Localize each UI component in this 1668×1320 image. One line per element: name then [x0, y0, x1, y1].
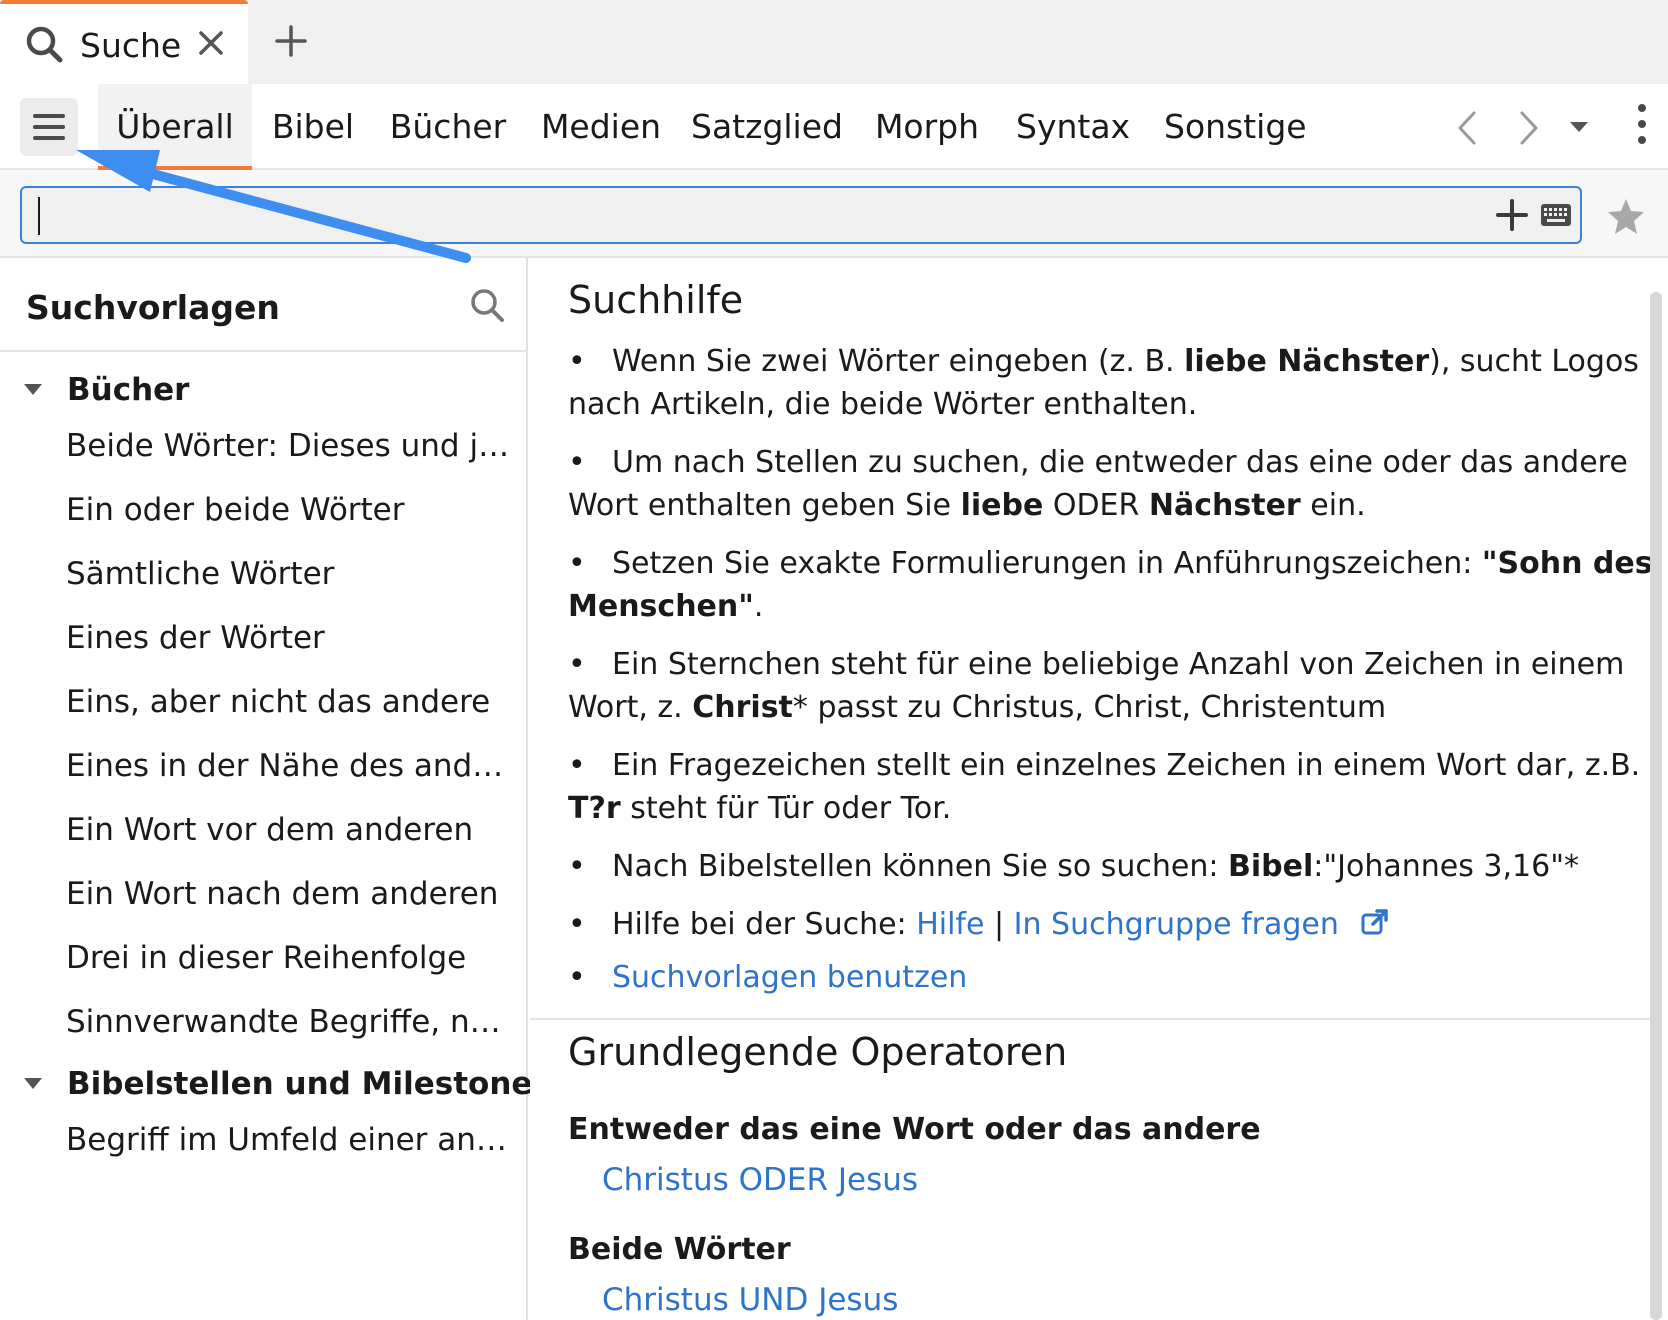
help-bullet: • Nach Bibelstellen können Sie so suchen… [568, 849, 1580, 884]
help-bullet: • Ein Sternchen steht für eine beliebige… [568, 647, 1625, 725]
tab-label: Suche [80, 26, 182, 65]
search-group-link[interactable]: In Suchgruppe fragen [1014, 907, 1339, 942]
scrollbar[interactable] [1650, 292, 1662, 1320]
tab-satzglied[interactable]: Satzglied [690, 84, 844, 170]
help-link[interactable]: Hilfe [916, 907, 984, 942]
tab-syntax[interactable]: Syntax [1016, 84, 1130, 170]
operator-heading: Entweder das eine Wort oder das andere [568, 1112, 1261, 1147]
tab-bar: Suche [0, 0, 1668, 88]
add-plus-icon[interactable] [1495, 198, 1529, 232]
search-icon [26, 26, 63, 63]
template-item[interactable]: Eines der Wörter [66, 620, 514, 656]
expand-triangle-icon[interactable] [24, 384, 42, 395]
help-title: Suchhilfe [568, 278, 744, 322]
hamburger-menu-button[interactable] [20, 98, 78, 156]
search-help-content: Suchhilfe • Wenn Sie zwei Wörter eingebe… [530, 258, 1653, 1320]
tab-sonstige[interactable]: Sonstige [1164, 84, 1307, 170]
template-item[interactable]: Drei in dieser Reihenfolge [66, 940, 514, 976]
tab-buecher[interactable]: Bücher [386, 84, 510, 170]
template-item[interactable]: Ein oder beide Wörter [66, 492, 514, 528]
template-item[interactable]: Sämtliche Wörter [66, 556, 514, 592]
help-bullet: • Um nach Stellen zu suchen, die entwede… [568, 445, 1628, 523]
search-input[interactable] [20, 186, 1582, 244]
template-item[interactable]: Eines in der Nähe des anderen [66, 748, 514, 784]
section-divider [530, 1018, 1650, 1020]
keyboard-icon[interactable] [1540, 202, 1572, 228]
template-item[interactable]: Ein Wort vor dem anderen [66, 812, 514, 848]
operator-example-link[interactable]: Christus ODER Jesus [602, 1162, 918, 1198]
search-type-toolbar: Überall Bibel Bücher Medien Satzglied Mo… [0, 84, 1668, 170]
caret-down-icon[interactable] [1568, 120, 1590, 134]
new-tab-plus-icon[interactable] [274, 24, 308, 58]
template-item[interactable]: Beide Wörter: Dieses und jenes [66, 428, 514, 464]
tab-medien[interactable]: Medien [536, 84, 666, 170]
operator-example-link[interactable]: Christus UND Jesus [602, 1282, 898, 1318]
template-item[interactable]: Sinnverwandte Begriffe, nahe… [66, 1004, 514, 1040]
tab-bibel[interactable]: Bibel [264, 84, 362, 170]
close-icon[interactable] [196, 28, 226, 58]
use-templates-link[interactable]: Suchvorlagen benutzen [612, 960, 967, 995]
search-row [0, 170, 1668, 258]
chevron-left-icon[interactable] [1452, 110, 1482, 146]
menu-icon-bar [33, 125, 65, 129]
text-caret [38, 197, 40, 235]
external-link-icon[interactable] [1360, 907, 1390, 937]
help-bullet: • Suchvorlagen benutzen [568, 960, 968, 995]
menu-icon-bar [33, 136, 65, 140]
star-favorite-icon[interactable] [1606, 196, 1646, 236]
more-options-icon[interactable] [1634, 104, 1650, 150]
chevron-right-icon[interactable] [1514, 110, 1544, 146]
operators-title: Grundlegende Operatoren [568, 1030, 1068, 1074]
tab-suche[interactable]: Suche [0, 0, 248, 88]
template-item[interactable]: Eins, aber nicht das andere [66, 684, 514, 720]
search-icon[interactable] [468, 286, 506, 324]
operator-heading: Beide Wörter [568, 1232, 791, 1267]
divider [0, 350, 528, 352]
expand-triangle-icon[interactable] [24, 1078, 42, 1089]
tab-ueberall[interactable]: Überall [98, 84, 252, 170]
help-bullet: • Hilfe bei der Suche: Hilfe | In Suchgr… [568, 903, 1658, 946]
menu-icon-bar [33, 114, 65, 118]
search-templates-panel: Suchvorlagen Bücher Beide Wörter: Dieses… [0, 258, 551, 1320]
help-bullet: • Wenn Sie zwei Wörter eingeben (z. B. l… [568, 344, 1639, 422]
template-item[interactable]: Begriff im Umfeld einer angef… [66, 1122, 514, 1158]
template-item[interactable]: Ein Wort nach dem anderen [66, 876, 514, 912]
panel-title: Suchvorlagen [26, 288, 280, 327]
help-bullet: • Ein Fragezeichen stellt ein einzelnes … [568, 748, 1641, 826]
tab-morph[interactable]: Morph [870, 84, 984, 170]
help-bullet: • Setzen Sie exakte Formulierungen in An… [568, 546, 1653, 624]
